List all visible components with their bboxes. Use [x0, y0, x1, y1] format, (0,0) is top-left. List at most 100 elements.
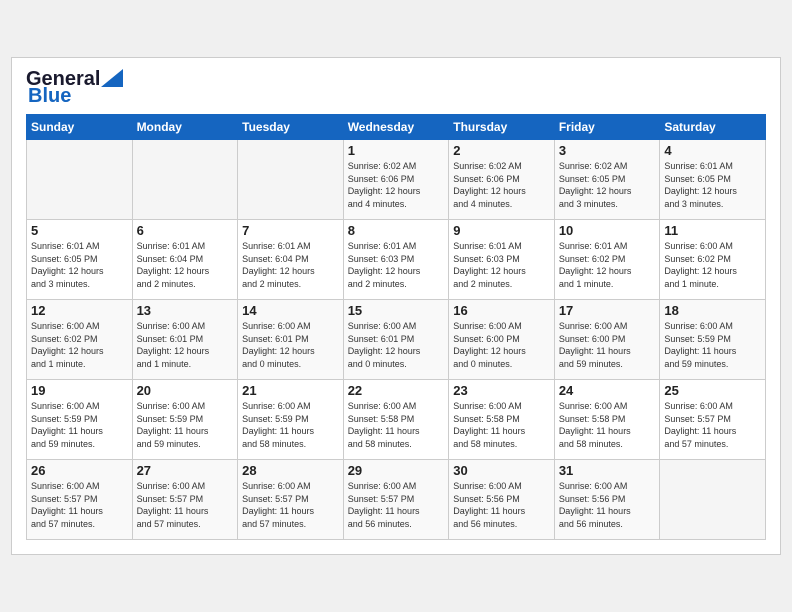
day-info: Sunrise: 6:02 AM Sunset: 6:05 PM Dayligh… — [559, 160, 656, 210]
day-number: 9 — [453, 223, 550, 238]
weekday-header-monday: Monday — [132, 115, 238, 140]
day-number: 2 — [453, 143, 550, 158]
week-row-1: 1 Sunrise: 6:02 AM Sunset: 6:06 PM Daylig… — [27, 140, 766, 220]
calendar-body: 1 Sunrise: 6:02 AM Sunset: 6:06 PM Daylig… — [27, 140, 766, 540]
day-info: Sunrise: 6:00 AM Sunset: 6:02 PM Dayligh… — [31, 320, 128, 370]
day-number: 22 — [348, 383, 445, 398]
calendar-cell: 18 Sunrise: 6:00 AM Sunset: 5:59 PM Dayli… — [660, 300, 766, 380]
calendar-cell: 13Sunrise: 6:00 AM Sunset: 6:01 PM Dayli… — [132, 300, 238, 380]
calendar-cell: 12 Sunrise: 6:00 AM Sunset: 6:02 PM Dayli… — [27, 300, 133, 380]
weekday-header-friday: Friday — [554, 115, 660, 140]
day-number: 21 — [242, 383, 339, 398]
calendar-cell: 23 Sunrise: 6:00 AM Sunset: 5:58 PM Dayli… — [449, 380, 555, 460]
day-info: Sunrise: 6:00 AM Sunset: 6:01 PM Dayligh… — [242, 320, 339, 370]
calendar-cell: 7 Sunrise: 6:01 AM Sunset: 6:04 PM Daylig… — [238, 220, 344, 300]
day-info: Sunrise: 6:00 AM Sunset: 5:56 PM Dayligh… — [453, 480, 550, 530]
calendar-cell: 10Sunrise: 6:01 AM Sunset: 6:02 PM Dayli… — [554, 220, 660, 300]
day-number: 27 — [137, 463, 234, 478]
calendar-cell: 4 Sunrise: 6:01 AM Sunset: 6:05 PM Daylig… — [660, 140, 766, 220]
logo: General Blue — [26, 68, 123, 108]
calendar-cell: 15 Sunrise: 6:00 AM Sunset: 6:01 PM Dayli… — [343, 300, 449, 380]
day-number: 11 — [664, 223, 761, 238]
day-info: Sunrise: 6:01 AM Sunset: 6:05 PM Dayligh… — [31, 240, 128, 290]
day-info: Sunrise: 6:00 AM Sunset: 5:57 PM Dayligh… — [348, 480, 445, 530]
calendar-cell: 29 Sunrise: 6:00 AM Sunset: 5:57 PM Dayli… — [343, 460, 449, 540]
day-info: Sunrise: 6:01 AM Sunset: 6:02 PM Dayligh… — [559, 240, 656, 290]
week-row-5: 26Sunrise: 6:00 AM Sunset: 5:57 PM Dayli… — [27, 460, 766, 540]
calendar-wrapper: General Blue SundayMondayTuesdayWednesda… — [11, 57, 781, 555]
day-number: 23 — [453, 383, 550, 398]
day-number: 4 — [664, 143, 761, 158]
day-info: Sunrise: 6:01 AM Sunset: 6:04 PM Dayligh… — [242, 240, 339, 290]
day-info: Sunrise: 6:00 AM Sunset: 6:02 PM Dayligh… — [664, 240, 761, 290]
day-number: 14 — [242, 303, 339, 318]
calendar-cell — [27, 140, 133, 220]
day-info: Sunrise: 6:00 AM Sunset: 5:58 PM Dayligh… — [559, 400, 656, 450]
calendar-cell — [238, 140, 344, 220]
day-number: 29 — [348, 463, 445, 478]
calendar-cell: 16 Sunrise: 6:00 AM Sunset: 6:00 PM Dayli… — [449, 300, 555, 380]
day-number: 24 — [559, 383, 656, 398]
weekday-header-wednesday: Wednesday — [343, 115, 449, 140]
day-number: 19 — [31, 383, 128, 398]
day-info: Sunrise: 6:00 AM Sunset: 6:00 PM Dayligh… — [559, 320, 656, 370]
day-info: Sunrise: 6:01 AM Sunset: 6:05 PM Dayligh… — [664, 160, 761, 210]
day-number: 1 — [348, 143, 445, 158]
day-info: Sunrise: 6:01 AM Sunset: 6:03 PM Dayligh… — [453, 240, 550, 290]
day-info: Sunrise: 6:01 AM Sunset: 6:04 PM Dayligh… — [137, 240, 234, 290]
weekday-header-sunday: Sunday — [27, 115, 133, 140]
day-number: 16 — [453, 303, 550, 318]
day-number: 12 — [31, 303, 128, 318]
calendar-header: General Blue — [26, 68, 766, 108]
day-number: 18 — [664, 303, 761, 318]
week-row-3: 12 Sunrise: 6:00 AM Sunset: 6:02 PM Dayli… — [27, 300, 766, 380]
day-info: Sunrise: 6:00 AM Sunset: 5:58 PM Dayligh… — [453, 400, 550, 450]
day-info: Sunrise: 6:00 AM Sunset: 5:56 PM Dayligh… — [559, 480, 656, 530]
logo-blue: Blue — [28, 85, 71, 108]
day-info: Sunrise: 6:00 AM Sunset: 5:59 PM Dayligh… — [137, 400, 234, 450]
calendar-cell: 6 Sunrise: 6:01 AM Sunset: 6:04 PM Daylig… — [132, 220, 238, 300]
calendar-cell: 14 Sunrise: 6:00 AM Sunset: 6:01 PM Dayli… — [238, 300, 344, 380]
day-info: Sunrise: 6:00 AM Sunset: 5:59 PM Dayligh… — [664, 320, 761, 370]
calendar-cell: 20Sunrise: 6:00 AM Sunset: 5:59 PM Dayli… — [132, 380, 238, 460]
calendar-table: SundayMondayTuesdayWednesdayThursdayFrid… — [26, 114, 766, 540]
day-info: Sunrise: 6:00 AM Sunset: 5:57 PM Dayligh… — [664, 400, 761, 450]
day-number: 3 — [559, 143, 656, 158]
calendar-cell: 9 Sunrise: 6:01 AM Sunset: 6:03 PM Daylig… — [449, 220, 555, 300]
weekday-header-thursday: Thursday — [449, 115, 555, 140]
day-number: 28 — [242, 463, 339, 478]
calendar-cell: 31 Sunrise: 6:00 AM Sunset: 5:56 PM Dayli… — [554, 460, 660, 540]
day-number: 15 — [348, 303, 445, 318]
day-info: Sunrise: 6:00 AM Sunset: 6:01 PM Dayligh… — [348, 320, 445, 370]
day-number: 6 — [137, 223, 234, 238]
day-number: 7 — [242, 223, 339, 238]
calendar-cell: 17 Sunrise: 6:00 AM Sunset: 6:00 PM Dayli… — [554, 300, 660, 380]
calendar-cell: 5Sunrise: 6:01 AM Sunset: 6:05 PM Daylig… — [27, 220, 133, 300]
day-number: 31 — [559, 463, 656, 478]
day-info: Sunrise: 6:00 AM Sunset: 5:59 PM Dayligh… — [242, 400, 339, 450]
calendar-cell: 22 Sunrise: 6:00 AM Sunset: 5:58 PM Dayli… — [343, 380, 449, 460]
calendar-cell: 26Sunrise: 6:00 AM Sunset: 5:57 PM Dayli… — [27, 460, 133, 540]
day-info: Sunrise: 6:00 AM Sunset: 5:57 PM Dayligh… — [242, 480, 339, 530]
day-number: 17 — [559, 303, 656, 318]
day-info: Sunrise: 6:00 AM Sunset: 6:00 PM Dayligh… — [453, 320, 550, 370]
calendar-cell: 1 Sunrise: 6:02 AM Sunset: 6:06 PM Daylig… — [343, 140, 449, 220]
day-info: Sunrise: 6:02 AM Sunset: 6:06 PM Dayligh… — [348, 160, 445, 210]
calendar-cell: 30Sunrise: 6:00 AM Sunset: 5:56 PM Dayli… — [449, 460, 555, 540]
calendar-cell: 24 Sunrise: 6:00 AM Sunset: 5:58 PM Dayli… — [554, 380, 660, 460]
calendar-thead: SundayMondayTuesdayWednesdayThursdayFrid… — [27, 115, 766, 140]
weekday-header-tuesday: Tuesday — [238, 115, 344, 140]
day-info: Sunrise: 6:00 AM Sunset: 5:57 PM Dayligh… — [137, 480, 234, 530]
weekday-header-row: SundayMondayTuesdayWednesdayThursdayFrid… — [27, 115, 766, 140]
calendar-cell: 28 Sunrise: 6:00 AM Sunset: 5:57 PM Dayli… — [238, 460, 344, 540]
calendar-cell — [660, 460, 766, 540]
week-row-2: 5Sunrise: 6:01 AM Sunset: 6:05 PM Daylig… — [27, 220, 766, 300]
calendar-cell: 27 Sunrise: 6:00 AM Sunset: 5:57 PM Dayli… — [132, 460, 238, 540]
day-info: Sunrise: 6:00 AM Sunset: 5:58 PM Dayligh… — [348, 400, 445, 450]
calendar-cell: 19Sunrise: 6:00 AM Sunset: 5:59 PM Dayli… — [27, 380, 133, 460]
calendar-cell: 8Sunrise: 6:01 AM Sunset: 6:03 PM Daylig… — [343, 220, 449, 300]
calendar-cell: 25 Sunrise: 6:00 AM Sunset: 5:57 PM Dayli… — [660, 380, 766, 460]
day-number: 25 — [664, 383, 761, 398]
day-info: Sunrise: 6:00 AM Sunset: 6:01 PM Dayligh… — [137, 320, 234, 370]
calendar-cell: 11 Sunrise: 6:00 AM Sunset: 6:02 PM Dayli… — [660, 220, 766, 300]
